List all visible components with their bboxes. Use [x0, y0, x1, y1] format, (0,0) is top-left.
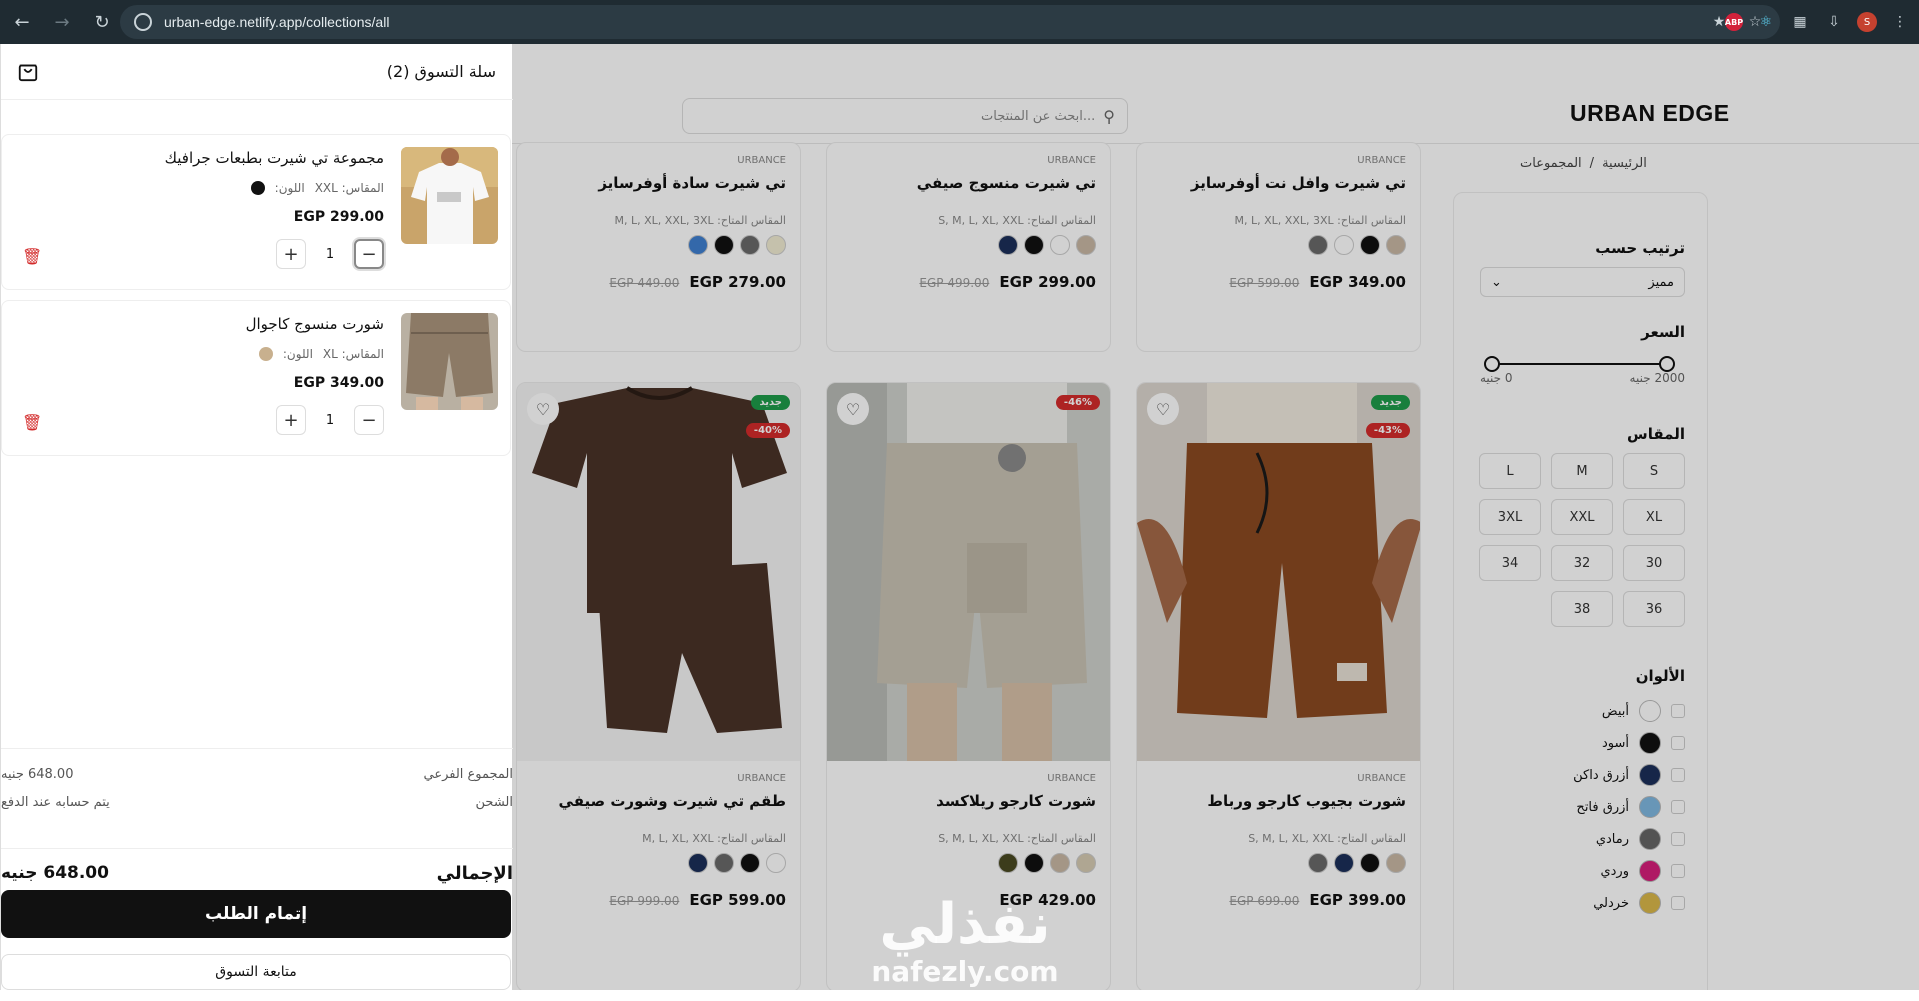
cart-drawer: سلة التسوق (2) مجموعة تي شيرت بطبعات جرا…: [0, 44, 513, 990]
shipping-value: يتم حسابه عند الدفع: [1, 795, 110, 810]
checkout-button[interactable]: إتمام الطلب: [1, 890, 511, 938]
download-icon[interactable]: ⇩: [1823, 11, 1845, 33]
watermark-latin: nafezly.com: [871, 955, 1059, 988]
total-value: 648.00 جنيه: [1, 863, 109, 883]
cart-item-color-label: اللون:: [282, 347, 313, 361]
trash-icon[interactable]: 🗑: [22, 413, 42, 432]
cart-title: سلة التسوق (2): [386, 62, 496, 81]
cart-item: مجموعة تي شيرت بطبعات جرافيك المقاس: XXL…: [1, 134, 511, 290]
back-icon[interactable]: ←: [4, 4, 40, 40]
cart-item: شورت منسوج كاجوال المقاس: XL اللون: EGP …: [1, 300, 511, 456]
cart-item-price: EGP 349.00: [293, 375, 384, 391]
increase-quantity-button[interactable]: +: [276, 405, 306, 435]
decrease-quantity-button[interactable]: −: [354, 405, 384, 435]
watermark: نفذلي nafezly.com: [855, 895, 1075, 995]
reload-icon[interactable]: ↻: [84, 4, 120, 40]
cart-item-image[interactable]: [401, 313, 498, 410]
cart-item-meta: المقاس: XXL اللون:: [250, 181, 384, 195]
cart-summary: المجموع الفرعي 648.00 جنيه الشحن يتم حسا…: [1, 748, 513, 810]
profile-avatar[interactable]: S: [1857, 12, 1877, 32]
site-info-icon[interactable]: [134, 13, 152, 31]
quantity-value: 1: [325, 246, 335, 262]
continue-shopping-button[interactable]: متابعة التسوق: [1, 954, 511, 990]
increase-quantity-button[interactable]: +: [276, 239, 306, 269]
cart-item-name[interactable]: مجموعة تي شيرت بطبعات جرافيك: [165, 149, 384, 167]
decrease-quantity-button[interactable]: −: [354, 239, 384, 269]
quantity-stepper: + 1 −: [276, 405, 384, 435]
cart-item-size: المقاس: XL: [322, 347, 384, 361]
shopping-bag-icon[interactable]: [17, 60, 39, 82]
url-text[interactable]: urban-edge.netlify.app/collections/all: [164, 14, 389, 30]
cart-item-color-dot: [258, 347, 273, 361]
forward-icon[interactable]: →: [44, 4, 80, 40]
subtotal-value: 648.00 جنيه: [1, 767, 74, 782]
subtotal-label: المجموع الفرعي: [423, 767, 513, 782]
address-bar[interactable]: urban-edge.netlify.app/collections/all ★…: [120, 5, 1780, 39]
quantity-value: 1: [325, 412, 335, 428]
cart-item-color-dot: [250, 181, 265, 195]
menu-dots-icon[interactable]: ⋮: [1889, 11, 1911, 33]
total-label: الإجمالي: [436, 863, 513, 884]
extensions-puzzle-icon[interactable]: ▦: [1789, 11, 1811, 33]
react-devtools-icon[interactable]: ⚛: [1755, 11, 1777, 33]
browser-toolbar: ← → ↻ urban-edge.netlify.app/collections…: [0, 0, 1919, 44]
watermark-arabic: نفذلي: [879, 892, 1051, 957]
cart-item-image[interactable]: [401, 147, 498, 244]
cart-item-meta: المقاس: XL اللون:: [258, 347, 384, 361]
trash-icon[interactable]: 🗑: [22, 247, 42, 266]
cart-item-color-label: اللون:: [274, 181, 305, 195]
cart-item-name[interactable]: شورت منسوج كاجوال: [246, 315, 384, 333]
cart-item-price: EGP 299.00: [293, 209, 384, 225]
shipping-label: الشحن: [475, 795, 513, 810]
adblock-extension-icon[interactable]: ABP: [1725, 13, 1743, 31]
cart-header: سلة التسوق (2): [1, 44, 513, 100]
quantity-stepper: + 1 −: [276, 239, 384, 269]
cart-item-size: المقاس: XXL: [314, 181, 384, 195]
